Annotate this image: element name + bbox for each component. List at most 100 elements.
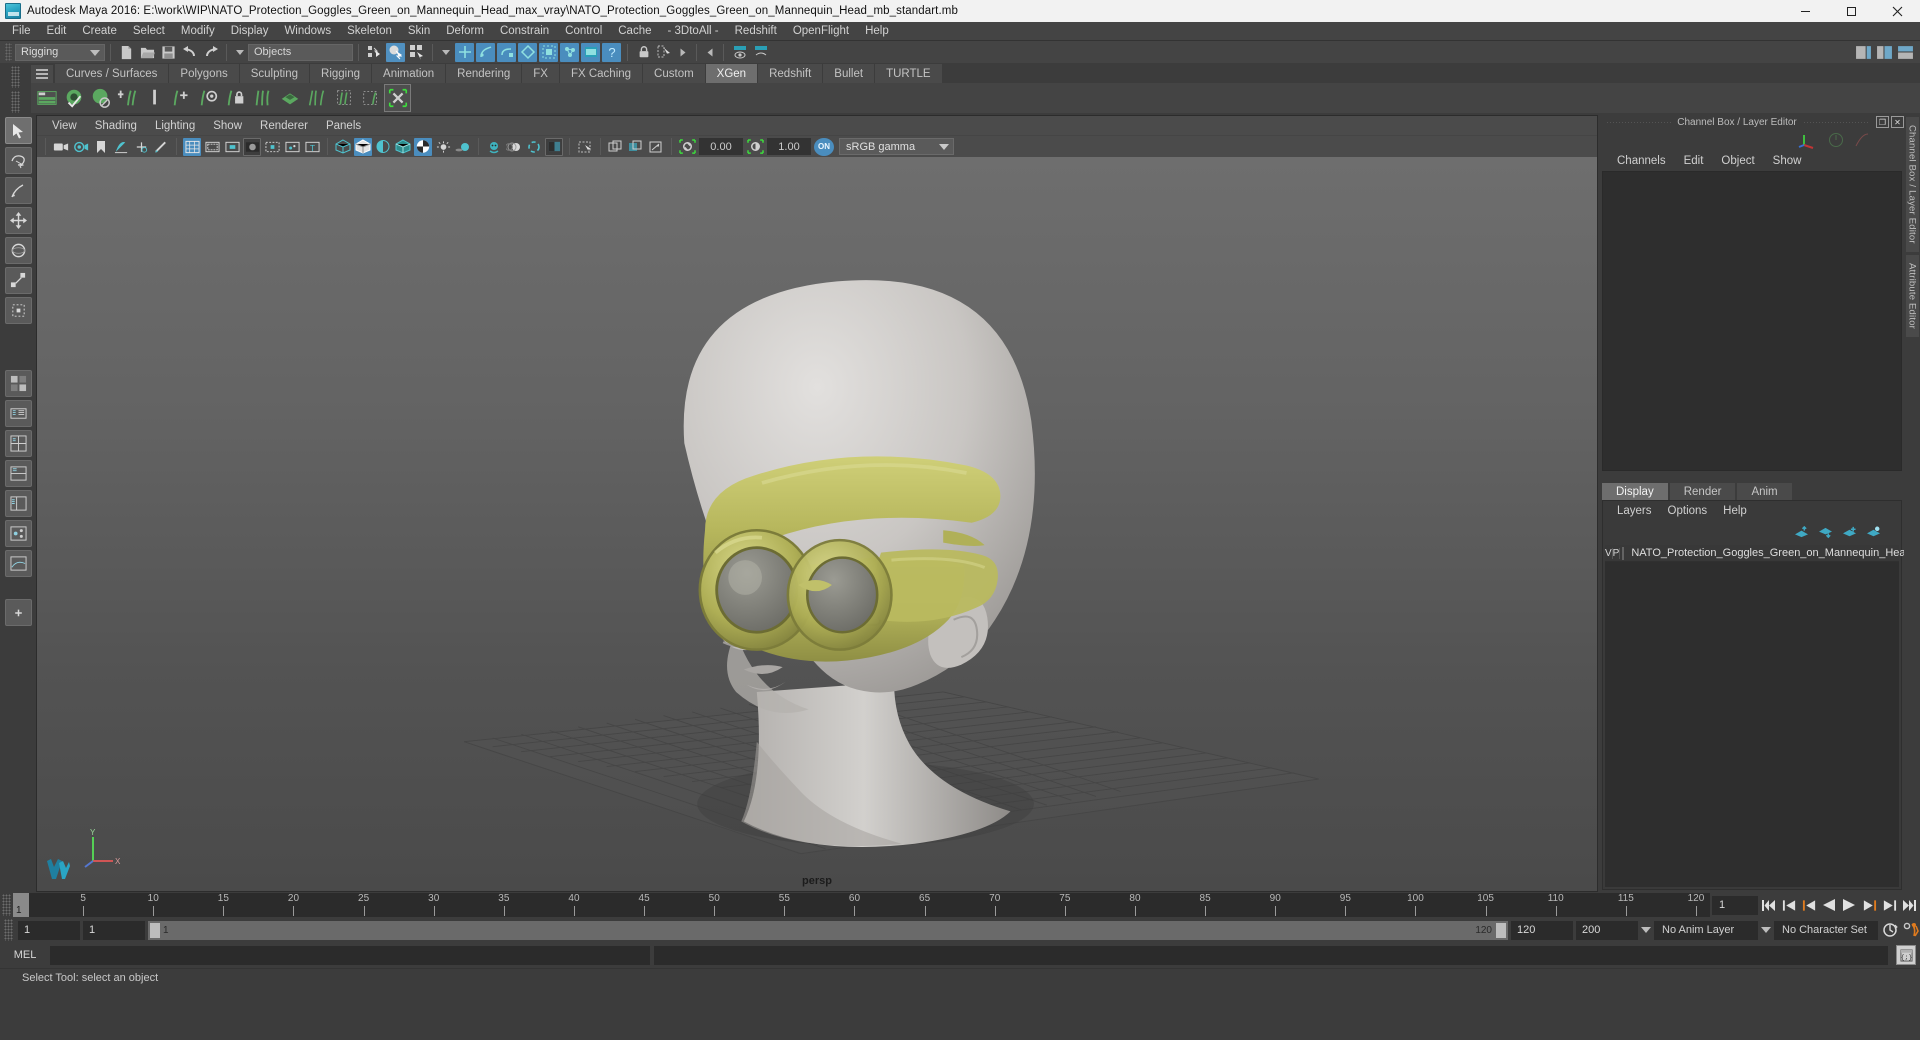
open-scene-icon[interactable] <box>138 43 157 62</box>
gamma-toggle-icon[interactable] <box>746 138 764 156</box>
menu-edit[interactable]: Edit <box>39 23 75 39</box>
shelf-tab-fx[interactable]: FX <box>522 64 560 83</box>
layout-four-view-icon[interactable] <box>4 430 32 457</box>
lasso-select-tool[interactable] <box>4 147 32 174</box>
xgen-export-icon[interactable] <box>384 84 411 112</box>
layer-editor-menubar[interactable]: Layers Options Help <box>1603 501 1901 521</box>
shelf-tab-sculpting[interactable]: Sculpting <box>239 64 311 83</box>
right-vertical-tabs[interactable]: Channel Box / Layer Editor Attribute Edi… <box>1904 113 1920 892</box>
shelf-tab-bar[interactable]: Curves / Surfaces Polygons Sculpting Rig… <box>31 63 1920 83</box>
menu-redshift[interactable]: Redshift <box>727 23 785 39</box>
move-layer-up-icon[interactable] <box>1794 525 1809 539</box>
play-backwards-icon[interactable] <box>1820 895 1838 915</box>
new-scene-icon[interactable] <box>117 43 136 62</box>
grease-pencil-icon[interactable] <box>152 138 170 156</box>
snap-point-icon[interactable] <box>497 42 516 62</box>
channelbox-menu-edit[interactable]: Edit <box>1675 154 1713 168</box>
panel-undock-button[interactable]: ❐ <box>1876 116 1890 128</box>
snap-grid-icon[interactable] <box>455 42 474 62</box>
view-transform-dropdown[interactable]: sRGB gamma <box>839 138 954 155</box>
timeline-track[interactable]: 1 5 10 15 20 25 30 35 40 45 50 55 60 65 70 75 80 85 90 95 1… <box>13 893 1710 917</box>
command-line[interactable]: MEL {;} <box>0 942 1920 968</box>
menu-help[interactable]: Help <box>857 23 897 39</box>
isolate-select-icon[interactable] <box>545 137 563 156</box>
sidebar-toggle-2-icon[interactable] <box>1875 43 1894 62</box>
save-scene-icon[interactable] <box>159 43 178 62</box>
vertical-tab-attribute-editor[interactable]: Attribute Editor <box>1905 254 1919 337</box>
viewport-menu-show[interactable]: Show <box>204 119 251 133</box>
timeline-current-marker[interactable]: 1 <box>13 893 29 917</box>
xgen-comb-icon[interactable] <box>250 85 275 111</box>
layer-tab-display[interactable]: Display <box>1602 483 1668 500</box>
redo-icon[interactable] <box>201 43 220 62</box>
minimize-button[interactable] <box>1782 0 1828 22</box>
paint-select-tool[interactable] <box>4 177 32 204</box>
layer-visibility-toggle[interactable]: V <box>1605 547 1613 559</box>
undo-icon[interactable] <box>180 43 199 62</box>
xgen-sphere-icon[interactable] <box>88 85 113 111</box>
last-tool-used[interactable] <box>4 370 32 397</box>
shelf-tab-bullet[interactable]: Bullet <box>823 64 876 83</box>
sidebar-toggle-3-icon[interactable] <box>1896 43 1915 62</box>
shelf-tab-rendering[interactable]: Rendering <box>446 64 523 83</box>
selection-mask-field[interactable]: Objects <box>248 43 353 61</box>
universal-manipulator-tool[interactable] <box>4 297 32 324</box>
hardware-texturing-icon[interactable] <box>647 138 665 156</box>
sidebar-toggle-1-icon[interactable] <box>1854 43 1873 62</box>
timeline-grip[interactable] <box>2 894 11 916</box>
shelf-tab-rigging[interactable]: Rigging <box>310 64 373 83</box>
list-item[interactable]: V P NATO_Protection_Goggles_Green_on_Man… <box>1605 545 1912 562</box>
new-layer-icon[interactable] <box>1842 526 1857 539</box>
xgen-noise-icon[interactable] <box>331 85 356 111</box>
menu-create[interactable]: Create <box>74 23 125 39</box>
menu-display[interactable]: Display <box>223 23 277 39</box>
menu-cache[interactable]: Cache <box>610 23 659 39</box>
menu-modify[interactable]: Modify <box>173 23 223 39</box>
menu-deform[interactable]: Deform <box>438 23 492 39</box>
character-set-chevron-icon[interactable] <box>1761 927 1771 933</box>
menu-openflight[interactable]: OpenFlight <box>785 23 857 39</box>
shelf-tab-fx-caching[interactable]: FX Caching <box>559 64 644 83</box>
shadows-icon[interactable] <box>454 138 472 156</box>
xgen-guide-icon[interactable] <box>142 85 167 111</box>
exposure-toggle-icon[interactable] <box>678 138 696 156</box>
step-back-keyframe-icon[interactable] <box>1780 895 1798 915</box>
menu-select[interactable]: Select <box>125 23 173 39</box>
snap-view-plane-icon[interactable] <box>518 42 537 62</box>
xgen-region-icon[interactable] <box>358 85 383 111</box>
viewport-menu-shading[interactable]: Shading <box>86 119 146 133</box>
xgen-density-icon[interactable] <box>277 85 302 111</box>
menu-constrain[interactable]: Constrain <box>492 23 557 39</box>
menu-control[interactable]: Control <box>557 23 610 39</box>
command-input[interactable] <box>50 945 650 965</box>
move-tool[interactable] <box>4 207 32 234</box>
current-frame-field[interactable]: 1 <box>1712 895 1758 915</box>
playback-controls[interactable]: 1 <box>1710 895 1920 915</box>
shelf-tabs-grip[interactable] <box>11 66 20 88</box>
step-forward-keyframe-icon[interactable] <box>1880 895 1898 915</box>
menu-skeleton[interactable]: Skeleton <box>339 23 400 39</box>
shelf-tab-animation[interactable]: Animation <box>372 64 447 83</box>
toolbar-grip[interactable] <box>5 43 12 61</box>
range-handle-left[interactable] <box>150 922 160 938</box>
textured-icon[interactable] <box>414 137 432 156</box>
grid-icon[interactable] <box>183 137 201 156</box>
viewport-menu-lighting[interactable]: Lighting <box>146 119 204 133</box>
menu-windows[interactable]: Windows <box>276 23 339 39</box>
snap-expander[interactable] <box>442 49 450 55</box>
select-component-icon[interactable] <box>407 43 426 62</box>
shelf-tab-curves-surfaces[interactable]: Curves / Surfaces <box>55 64 170 83</box>
go-to-end-icon[interactable] <box>1900 895 1918 915</box>
safe-action-icon[interactable] <box>283 138 301 156</box>
shelf-area[interactable]: Curves / Surfaces Polygons Sculpting Rig… <box>0 63 1920 113</box>
xgen-editor-icon[interactable] <box>34 85 59 111</box>
layout-single-icon[interactable] <box>4 400 32 427</box>
layer-tab-render[interactable]: Render <box>1669 483 1736 500</box>
viewport-toolbar[interactable]: T 0.00 1.00 ON sRGB gamma <box>37 135 1597 157</box>
go-to-start-icon[interactable] <box>1760 895 1778 915</box>
range-handle-right[interactable] <box>1496 922 1506 938</box>
shelf-icon-row[interactable] <box>31 83 1920 113</box>
panel-grip-left[interactable] <box>1606 121 1672 123</box>
new-layer-from-selected-icon[interactable] <box>1866 526 1881 539</box>
animation-end-field[interactable]: 200 <box>1576 920 1638 940</box>
